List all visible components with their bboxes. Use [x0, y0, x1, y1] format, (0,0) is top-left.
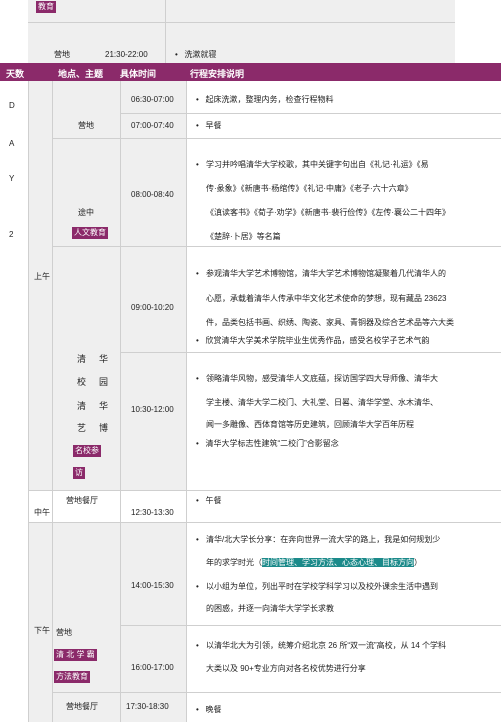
r8-tag-line-1: 清 北 学 霸 — [54, 649, 97, 661]
top-tag: 教育 — [36, 1, 56, 13]
r5-line-1: 领略清华风物，感受清华人文底蕴，探访国学四大导师像、清华大 — [206, 374, 438, 383]
top-place: 营地 — [54, 50, 70, 59]
r4-bullet2: • 欣赏清华大学美术学院毕业生优秀作品，感受名校学子艺术气韵 — [196, 336, 430, 345]
r7-bullet2-mark: • — [196, 582, 199, 591]
top-bullet: • 洗漱就寝 — [175, 50, 217, 59]
period-afternoon: 下午 — [34, 626, 50, 635]
r7-time: 14:00-15:30 — [131, 581, 174, 590]
header-time: 具体时间 — [120, 69, 157, 79]
r8-line-2: 大类以及 90+专业方向对各名校优势进行分享 — [206, 664, 366, 673]
r3-line-3: 《滇读客书》《荀子·劝学》《新唐书·裴行俭传》《左传·襄公二十四年》 — [206, 208, 450, 217]
r5-place-char-2: 华 — [99, 354, 109, 364]
r2-place: 营地 — [78, 121, 94, 130]
r5-tag-line-1: 名校参 — [73, 445, 101, 457]
r5-time: 10:30-12:00 — [131, 405, 174, 414]
r5-place-char-4: 园 — [99, 377, 109, 387]
r5-place-char-5: 清 — [77, 401, 87, 411]
day-letter-y: Y — [9, 174, 15, 183]
top-time: 21:30-22:00 — [105, 50, 148, 59]
r5-line-2: 学主楼、清华大学二校门、大礼堂、日晷、清华学堂、水木清华、 — [206, 398, 438, 407]
r3-bullet-mark: • — [196, 160, 199, 169]
r7-bullet-mark: • — [196, 535, 199, 544]
r9-time: 17:30-18:30 — [126, 702, 169, 711]
itinerary-page: { "top": { "tag": "教育", "place": "营地", "… — [0, 0, 501, 722]
r8-time: 16:00-17:00 — [131, 663, 174, 672]
day-number: 2 — [9, 230, 14, 239]
r8-place: 营地 — [56, 628, 72, 637]
r6-bullet: • 午餐 — [196, 496, 222, 505]
day-letter-a: A — [9, 139, 15, 148]
r8-bullet-mark: • — [196, 641, 199, 650]
r5-bullet-mark: • — [196, 374, 199, 383]
r7-bullet2-line-2: 的困惑，并逐一向清华大学学长求教 — [206, 604, 334, 613]
r6-place: 营地餐厅 — [66, 496, 98, 505]
r3-place: 途中 — [78, 208, 94, 217]
r5-tag-line-2: 访 — [73, 467, 85, 479]
day-letter-d: D — [9, 101, 15, 110]
r5-place-char-8: 博 — [99, 423, 109, 433]
period-noon: 中午 — [34, 508, 50, 517]
r8-tag-line-2: 方法教育 — [54, 671, 90, 683]
r5-place-char-1: 清 — [77, 354, 87, 364]
noon-place-cell — [52, 490, 120, 522]
r6-time: 12:30-13:30 — [131, 508, 174, 517]
r2-time: 07:00-07:40 — [131, 121, 174, 130]
r3-line-4: 《楚辞·卜居》等名篇 — [206, 232, 281, 241]
r3-line-2: 传·彖象》《新唐书·杨绾传》《礼记·中庸》《老子·六十六章》 — [206, 184, 413, 193]
header-place: 地点、主题 — [58, 69, 104, 79]
r5-bullet2: • 清华大学标志性建筑“二校门”合影留念 — [196, 439, 339, 448]
r4-line-1: 参观清华大学艺术博物馆，清华大学艺术博物馆凝聚着几代清华人的 — [206, 269, 446, 278]
r1-bullet: • 起床洗漱，整理内务，检查行程物料 — [196, 95, 334, 104]
r3-tag: 人文教育 — [72, 227, 108, 239]
r7-line-2: 年的求学时光（时间管理、学习方法、心态心理、目标方向） — [206, 558, 422, 567]
r4-line-3: 件，品类包括书画、织绣、陶瓷、家具、青铜器及综合艺术品等六大类 — [206, 318, 454, 327]
header-plan: 行程安排说明 — [190, 69, 245, 79]
r3-time: 08:00-08:40 — [131, 190, 174, 199]
r4-bullet-mark: • — [196, 269, 199, 278]
r7-highlight: 时间管理、学习方法、心态心理、目标方向 — [262, 558, 414, 567]
r5-line-3: 闻一多雕像、西体育馆等历史建筑，回顾清华大学百年历程 — [206, 420, 414, 429]
r7-bullet2-line-1: 以小组为单位，列出平时在学校学科学习以及校外课余生活中遇到 — [206, 582, 438, 591]
r8-line-1: 以清华北大为引领，统筹介绍北京 26 所“双一流”高校，从 14 个学科 — [206, 641, 447, 650]
period-morning: 上午 — [34, 272, 50, 281]
r4-line-2: 心愿，承载着清华人传承中华文化艺术使命的梦想，现有藏品 23623 — [206, 294, 447, 303]
r1-time: 06:30-07:00 — [131, 95, 174, 104]
header-day: 天数 — [6, 69, 25, 79]
r5-place-char-7: 艺 — [77, 423, 87, 433]
r5-place-char-6: 华 — [99, 401, 109, 411]
r4-time: 09:00-10:20 — [131, 303, 174, 312]
r3-line-1: 学习并吟唱清华大学校歌，其中关键字句出自《礼记·礼运》《易 — [206, 160, 429, 169]
r2-bullet: • 早餐 — [196, 121, 222, 130]
r7-line-1: 清华/北大学长分享：在奔向世界一流大学的路上，我是如何规划少 — [206, 535, 441, 544]
r5-place-char-3: 校 — [77, 377, 87, 387]
r9-bullet: • 晚餐 — [196, 705, 222, 714]
r9-place: 营地餐厅 — [66, 702, 98, 711]
table-header: 天数 地点、主题 具体时间 行程安排说明 — [0, 63, 501, 81]
